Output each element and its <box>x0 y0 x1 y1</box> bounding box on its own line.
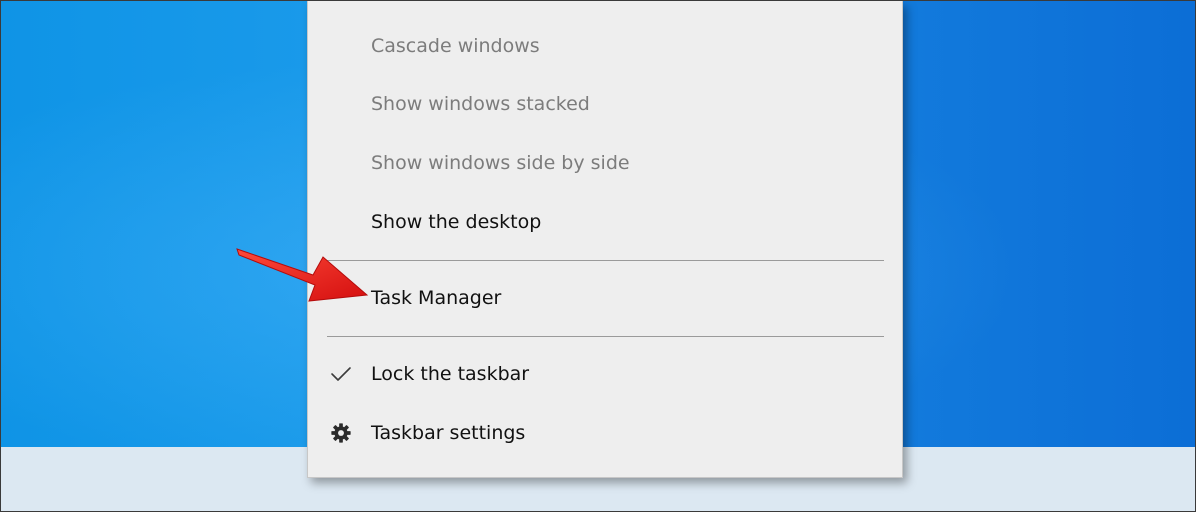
menu-item-show-windows-side-by-side[interactable]: Show windows side by side <box>308 141 902 185</box>
menu-item-label: Lock the taskbar <box>371 363 530 385</box>
menu-item-label: Taskbar settings <box>371 422 526 444</box>
gear-icon <box>328 420 354 446</box>
menu-separator <box>327 336 884 337</box>
menu-item-label: Show the desktop <box>371 211 542 233</box>
menu-item-task-manager[interactable]: Task Manager <box>308 276 902 320</box>
menu-item-label: Cascade windows <box>371 35 540 57</box>
menu-item-taskbar-settings[interactable]: Taskbar settings <box>308 411 902 455</box>
menu-separator <box>327 260 884 261</box>
menu-item-label: Show windows stacked <box>371 93 590 115</box>
menu-item-lock-taskbar[interactable]: Lock the taskbar <box>308 352 902 396</box>
taskbar-context-menu: Cascade windows Show windows stacked Sho… <box>307 1 903 478</box>
annotation-arrow-icon <box>236 248 369 302</box>
menu-item-show-windows-stacked[interactable]: Show windows stacked <box>308 82 902 126</box>
menu-item-label: Show windows side by side <box>371 152 630 174</box>
checkmark-icon <box>328 361 354 387</box>
menu-item-label: Task Manager <box>371 287 502 309</box>
menu-item-cascade-windows[interactable]: Cascade windows <box>308 24 902 68</box>
desktop: Cascade windows Show windows stacked Sho… <box>0 0 1196 512</box>
menu-item-show-desktop[interactable]: Show the desktop <box>308 200 902 244</box>
